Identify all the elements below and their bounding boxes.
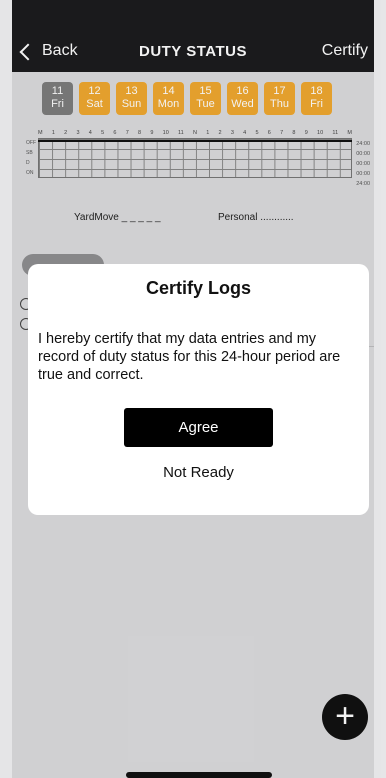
dialog-title: Certify Logs (145, 278, 251, 298)
agree-button[interactable]: Agree (124, 408, 273, 447)
dialog-message: I hereby certify that my data entries an… (38, 331, 341, 383)
not-ready-button[interactable]: Not Ready (28, 464, 369, 481)
certify-logs-dialog: Certify Logs I hereby certify that my da… (28, 264, 369, 515)
